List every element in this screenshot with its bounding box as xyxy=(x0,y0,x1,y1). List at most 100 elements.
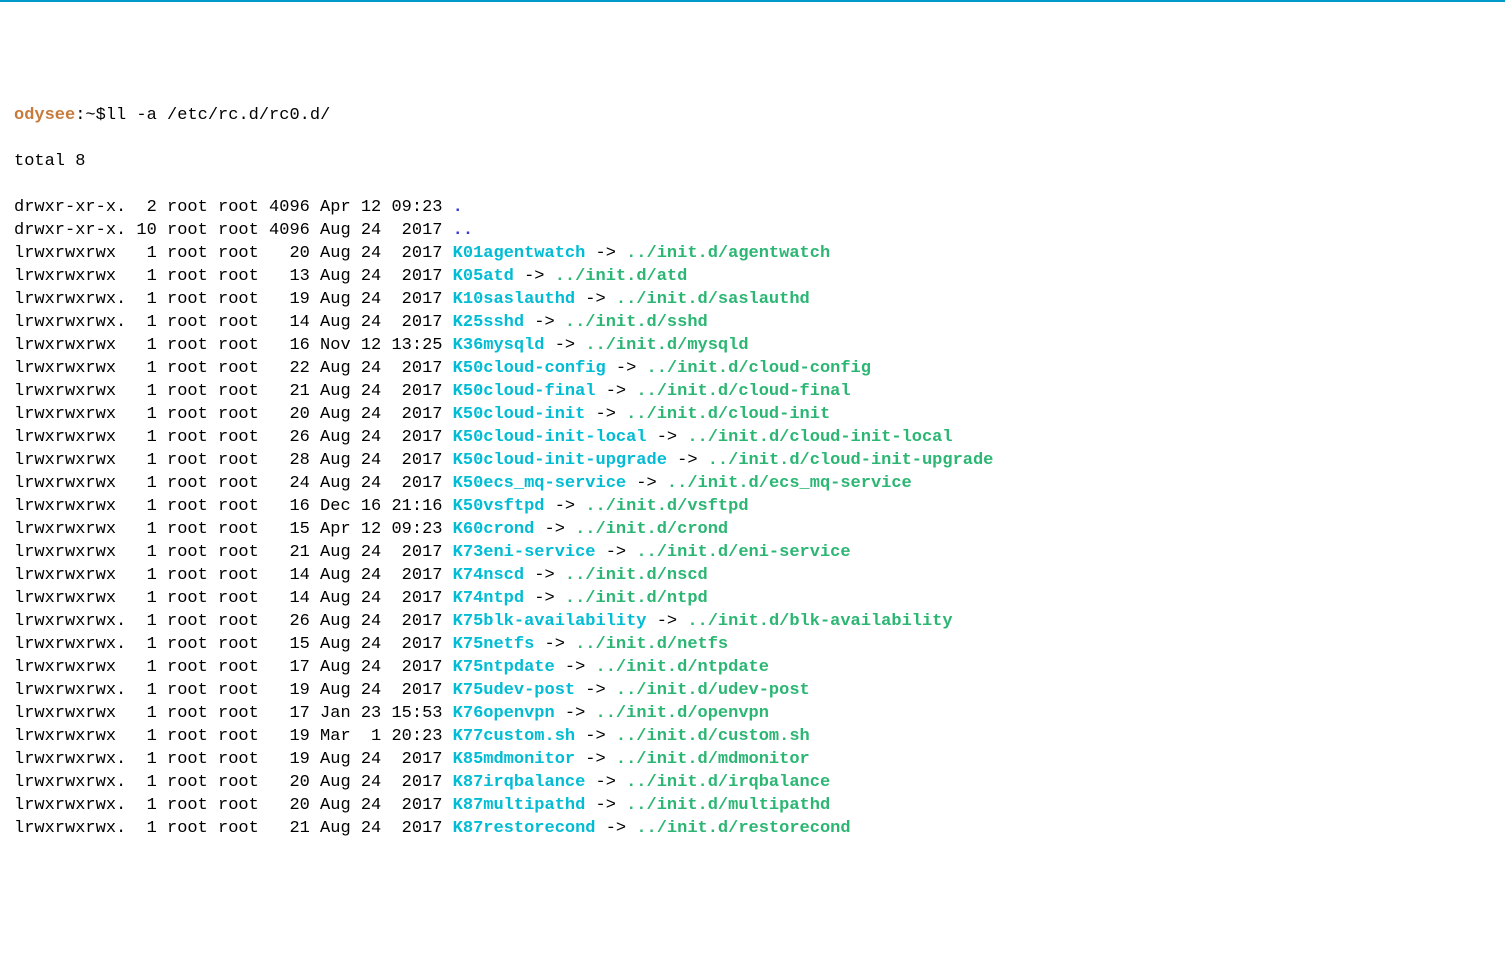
arrow: -> xyxy=(585,773,626,792)
arrow: -> xyxy=(585,796,626,815)
arrow: -> xyxy=(596,543,637,562)
meta: 1 root root 22 Aug 24 2017 xyxy=(126,359,452,378)
perm: lrwxrwxrwx xyxy=(14,658,126,677)
meta: 1 root root 17 Jan 23 15:53 xyxy=(126,704,452,723)
meta: 1 root root 19 Aug 24 2017 xyxy=(126,750,452,769)
symlink-target: ../init.d/nscd xyxy=(565,566,708,585)
symlink-target: ../init.d/blk-availability xyxy=(687,612,952,631)
meta: 1 root root 24 Aug 24 2017 xyxy=(126,474,452,493)
arrow: -> xyxy=(585,405,626,424)
listing-row: drwxr-xr-x. 10 root root 4096 Aug 24 201… xyxy=(14,219,1491,242)
symlink-target: ../init.d/sshd xyxy=(565,313,708,332)
meta: 1 root root 20 Aug 24 2017 xyxy=(126,405,452,424)
symlink-target: ../init.d/cloud-init xyxy=(626,405,830,424)
arrow: -> xyxy=(545,336,586,355)
perm: lrwxrwxrwx. xyxy=(14,773,126,792)
perm: lrwxrwxrwx xyxy=(14,543,126,562)
symlink-name: K75ntpdate xyxy=(453,658,555,677)
perm: lrwxrwxrwx xyxy=(14,704,126,723)
arrow: -> xyxy=(606,359,647,378)
perm: lrwxrwxrwx xyxy=(14,336,126,355)
symlink-target: ../init.d/atd xyxy=(555,267,688,286)
meta: 10 root root 4096 Aug 24 2017 xyxy=(126,221,452,240)
perm: lrwxrwxrwx xyxy=(14,382,126,401)
perm: lrwxrwxrwx. xyxy=(14,819,126,838)
symlink-target: ../init.d/restorecond xyxy=(636,819,850,838)
meta: 1 root root 21 Aug 24 2017 xyxy=(126,819,452,838)
perm: lrwxrwxrwx. xyxy=(14,635,126,654)
symlink-name: K85mdmonitor xyxy=(453,750,575,769)
perm: lrwxrwxrwx xyxy=(14,520,126,539)
meta: 1 root root 15 Apr 12 09:23 xyxy=(126,520,452,539)
perm: drwxr-xr-x. xyxy=(14,198,126,217)
listing-row: lrwxrwxrwx 1 root root 22 Aug 24 2017 K5… xyxy=(14,357,1491,380)
listing-row: lrwxrwxrwx 1 root root 17 Aug 24 2017 K7… xyxy=(14,656,1491,679)
symlink-name: K60crond xyxy=(453,520,535,539)
arrow: -> xyxy=(545,497,586,516)
arrow: -> xyxy=(575,750,616,769)
listing-row: lrwxrwxrwx. 1 root root 19 Aug 24 2017 K… xyxy=(14,679,1491,702)
meta: 1 root root 28 Aug 24 2017 xyxy=(126,451,452,470)
meta: 1 root root 14 Aug 24 2017 xyxy=(126,566,452,585)
arrow: -> xyxy=(575,290,616,309)
symlink-name: K87irqbalance xyxy=(453,773,586,792)
dir-name: .. xyxy=(453,221,473,240)
listing-row: lrwxrwxrwx 1 root root 20 Aug 24 2017 K0… xyxy=(14,242,1491,265)
meta: 1 root root 14 Aug 24 2017 xyxy=(126,589,452,608)
listing-row: lrwxrwxrwx 1 root root 20 Aug 24 2017 K5… xyxy=(14,403,1491,426)
listing-row: lrwxrwxrwx. 1 root root 26 Aug 24 2017 K… xyxy=(14,610,1491,633)
arrow: -> xyxy=(667,451,708,470)
symlink-target: ../init.d/openvpn xyxy=(596,704,769,723)
arrow: -> xyxy=(575,727,616,746)
meta: 1 root root 20 Aug 24 2017 xyxy=(126,796,452,815)
symlink-name: K74nscd xyxy=(453,566,524,585)
meta: 1 root root 17 Aug 24 2017 xyxy=(126,658,452,677)
listing-row: lrwxrwxrwx 1 root root 24 Aug 24 2017 K5… xyxy=(14,472,1491,495)
listing-row: lrwxrwxrwx 1 root root 14 Aug 24 2017 K7… xyxy=(14,564,1491,587)
meta: 1 root root 14 Aug 24 2017 xyxy=(126,313,452,332)
arrow: -> xyxy=(626,474,667,493)
listing-row: lrwxrwxrwx 1 root root 28 Aug 24 2017 K5… xyxy=(14,449,1491,472)
arrow: -> xyxy=(524,589,565,608)
symlink-name: K50cloud-init xyxy=(453,405,586,424)
symlink-name: K50cloud-init-local xyxy=(453,428,647,447)
arrow: -> xyxy=(575,681,616,700)
total-line: total 8 xyxy=(14,150,1491,173)
symlink-target: ../init.d/cloud-config xyxy=(647,359,871,378)
meta: 1 root root 19 Aug 24 2017 xyxy=(126,681,452,700)
symlink-name: K75netfs xyxy=(453,635,535,654)
perm: lrwxrwxrwx. xyxy=(14,313,126,332)
symlink-name: K75udev-post xyxy=(453,681,575,700)
arrow: -> xyxy=(647,428,688,447)
meta: 1 root root 15 Aug 24 2017 xyxy=(126,635,452,654)
symlink-target: ../init.d/mdmonitor xyxy=(616,750,810,769)
symlink-target: ../init.d/cloud-final xyxy=(636,382,850,401)
perm: lrwxrwxrwx xyxy=(14,727,126,746)
perm: lrwxrwxrwx. xyxy=(14,681,126,700)
arrow: -> xyxy=(555,704,596,723)
symlink-name: K50ecs_mq-service xyxy=(453,474,626,493)
prompt-line[interactable]: odysee:~$ll -a /etc/rc.d/rc0.d/ xyxy=(14,104,1491,127)
listing-row: lrwxrwxrwx 1 root root 16 Nov 12 13:25 K… xyxy=(14,334,1491,357)
symlink-target: ../init.d/irqbalance xyxy=(626,773,830,792)
perm: lrwxrwxrwx xyxy=(14,428,126,447)
arrow: -> xyxy=(555,658,596,677)
symlink-target: ../init.d/eni-service xyxy=(636,543,850,562)
symlink-target: ../init.d/multipathd xyxy=(626,796,830,815)
listing-row: lrwxrwxrwx 1 root root 19 Mar 1 20:23 K7… xyxy=(14,725,1491,748)
symlink-target: ../init.d/udev-post xyxy=(616,681,810,700)
listing-row: lrwxrwxrwx. 1 root root 20 Aug 24 2017 K… xyxy=(14,794,1491,817)
perm: lrwxrwxrwx. xyxy=(14,612,126,631)
perm: lrwxrwxrwx xyxy=(14,589,126,608)
symlink-name: K25sshd xyxy=(453,313,524,332)
symlink-name: K87restorecond xyxy=(453,819,596,838)
meta: 1 root root 21 Aug 24 2017 xyxy=(126,382,452,401)
symlink-name: K01agentwatch xyxy=(453,244,586,263)
prompt-host: odysee xyxy=(14,106,75,125)
meta: 1 root root 26 Aug 24 2017 xyxy=(126,612,452,631)
symlink-target: ../init.d/crond xyxy=(575,520,728,539)
listing-row: lrwxrwxrwx. 1 root root 15 Aug 24 2017 K… xyxy=(14,633,1491,656)
meta: 1 root root 20 Aug 24 2017 xyxy=(126,244,452,263)
prompt-sep: :~$ xyxy=(75,106,106,125)
perm: lrwxrwxrwx xyxy=(14,244,126,263)
